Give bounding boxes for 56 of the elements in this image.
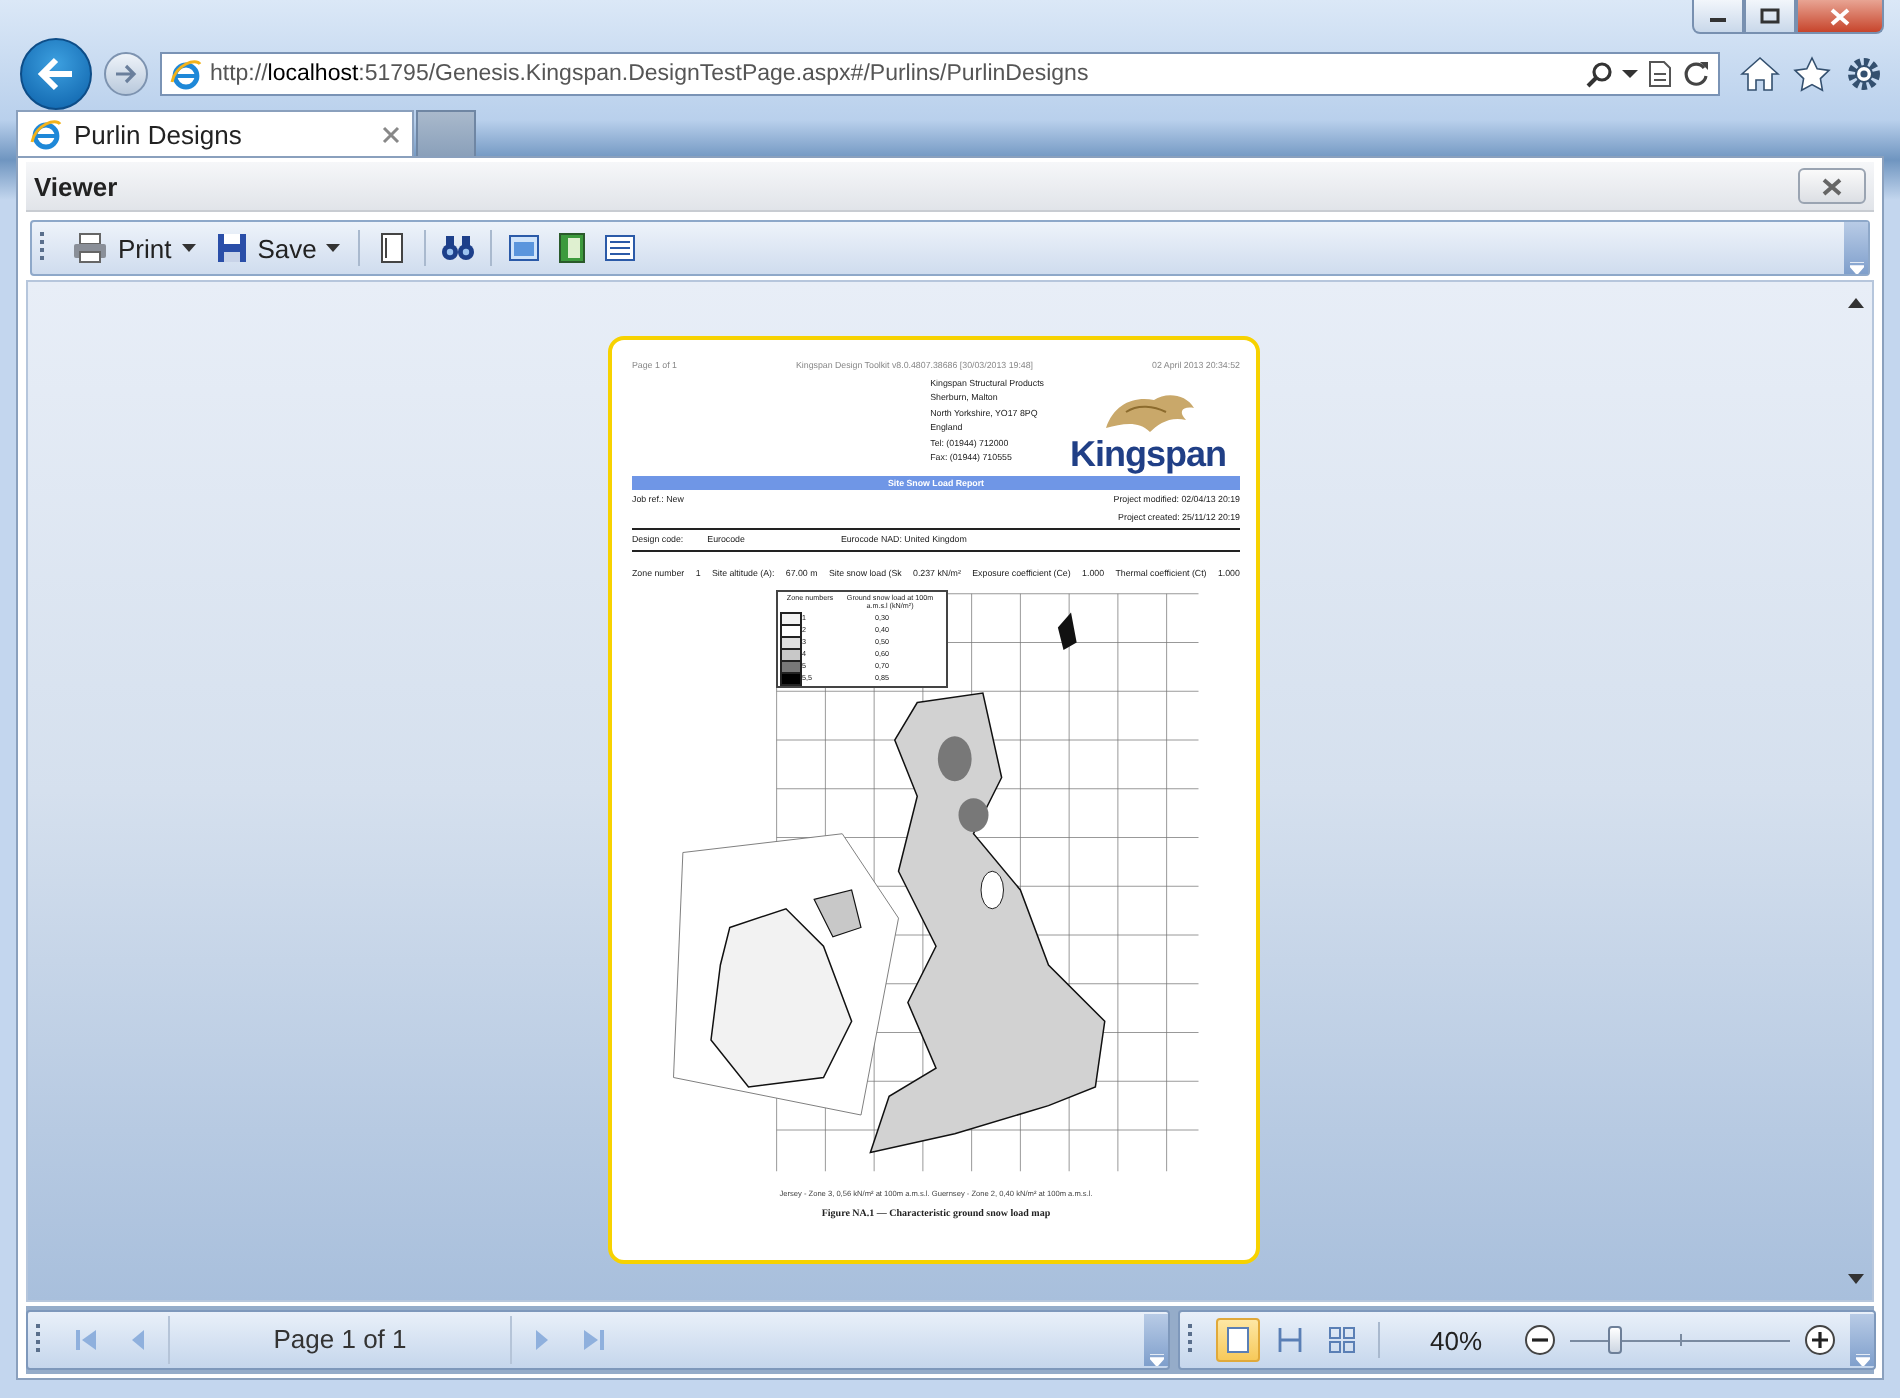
multiple-pages-icon xyxy=(1328,1326,1356,1354)
home-icon[interactable] xyxy=(1740,56,1780,92)
caret-icon[interactable] xyxy=(1622,68,1638,80)
close-icon xyxy=(1830,7,1850,25)
panel-icon xyxy=(558,232,587,264)
refresh-icon[interactable] xyxy=(1682,60,1710,88)
pages-icon xyxy=(604,234,637,262)
zoom-slider[interactable] xyxy=(1570,1326,1791,1354)
search-icon[interactable] xyxy=(1586,60,1614,88)
address-bar[interactable]: http://localhost:51795/Genesis.Kingspan.DesignTestPage.aspx#/Purlins/PurlinDesigns xyxy=(160,52,1720,96)
save-button[interactable]: Save xyxy=(207,226,349,270)
plus-icon xyxy=(1804,1324,1837,1356)
maximize-icon xyxy=(1760,8,1780,24)
close-button[interactable] xyxy=(1796,0,1884,34)
first-page-icon xyxy=(74,1328,98,1352)
next-page-icon xyxy=(534,1328,550,1352)
single-page-icon xyxy=(1226,1326,1250,1354)
window-icon xyxy=(508,234,541,262)
scroll-down-icon[interactable] xyxy=(1848,1274,1864,1284)
panel-close-button[interactable] xyxy=(1798,168,1866,204)
scroll-up-icon[interactable] xyxy=(1848,298,1864,308)
maximize-button[interactable] xyxy=(1744,0,1796,34)
browser-logo-icon xyxy=(170,58,202,90)
close-icon xyxy=(1822,177,1842,195)
compatibility-icon[interactable] xyxy=(1646,60,1674,88)
printer-icon xyxy=(72,232,108,264)
arrow-left-icon xyxy=(36,56,76,92)
toolbar-overflow-button[interactable] xyxy=(1844,222,1868,274)
caret-icon xyxy=(326,244,341,252)
forward-button[interactable] xyxy=(104,52,148,96)
page-icon xyxy=(378,232,407,264)
minimize-button[interactable] xyxy=(1692,0,1744,34)
print-button[interactable]: Print xyxy=(64,226,204,270)
page-indicator: Page 1 of 1 xyxy=(168,1316,512,1364)
chevron-down-icon xyxy=(1849,262,1863,274)
star-icon[interactable] xyxy=(1792,56,1832,92)
close-icon[interactable] xyxy=(382,125,400,143)
view-mode-button[interactable] xyxy=(1216,1318,1260,1362)
chevron-down-icon xyxy=(1855,1354,1870,1366)
panel-title: Viewer xyxy=(34,171,118,201)
arrow-right-icon xyxy=(114,64,138,84)
caret-icon xyxy=(181,244,196,252)
toolbar-overflow-button[interactable] xyxy=(1144,1314,1168,1366)
zoom-reading: 40% xyxy=(1430,1325,1483,1355)
company-logo: Kingspan xyxy=(1069,435,1226,471)
last-page-icon xyxy=(582,1328,606,1352)
browser-logo-icon xyxy=(30,118,62,150)
minus-icon xyxy=(1524,1324,1557,1356)
chevron-down-icon xyxy=(1149,1354,1163,1366)
binoculars-icon xyxy=(440,234,477,262)
back-button[interactable] xyxy=(20,38,92,110)
slider-thumb[interactable] xyxy=(1608,1326,1623,1354)
settings-icon[interactable] xyxy=(1844,56,1884,92)
page-width-icon xyxy=(1278,1326,1302,1354)
previous-page-icon xyxy=(130,1328,146,1352)
browser-tab[interactable]: Purlin Designs xyxy=(16,110,414,156)
